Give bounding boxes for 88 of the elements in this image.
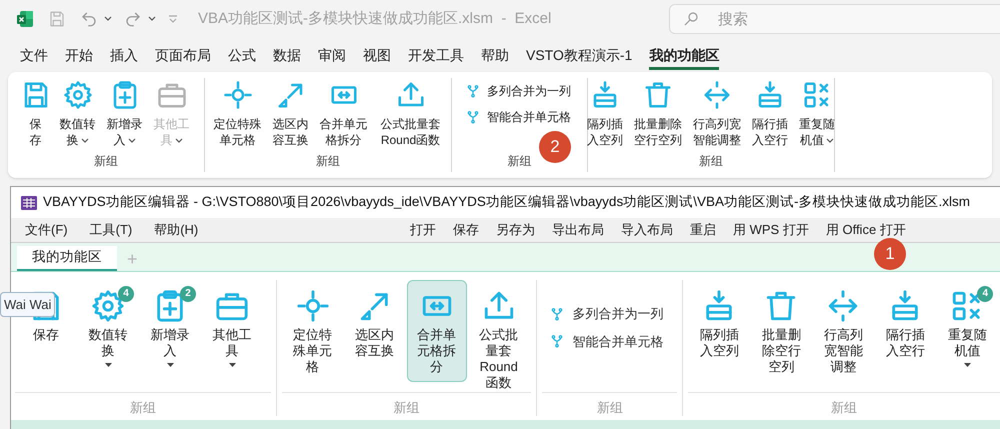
ribbon-button[interactable]: 保存 [20,80,52,148]
ribbon-tab[interactable]: 开发工具 [408,44,464,70]
group-label: 新组 [316,153,340,170]
crosshair-icon [296,289,330,323]
menu-item[interactable]: 工具(T) [90,220,132,240]
crosshair-icon [222,80,252,110]
ribbon-button[interactable]: 选区内容互换 [270,80,312,148]
ribbon-tab[interactable]: 数据 [273,44,301,70]
undo-button[interactable] [80,10,112,28]
settings-icon [62,80,92,110]
ribbon-button[interactable]: 合并单元格拆分 [316,80,370,148]
toolbar-button[interactable]: 重启 [690,220,716,240]
redo-button[interactable] [124,10,156,28]
ribbon-button[interactable]: 4 重复随机值 [937,280,998,382]
customize-toolbar-button[interactable] [168,15,178,23]
group-label: 新组 [596,399,623,417]
toolbar-button[interactable]: 导入布局 [621,220,673,240]
ribbon-button[interactable]: 智能合并单元格 [550,332,664,351]
group-label: 新组 [508,153,532,170]
resize-arrows-icon [702,80,732,110]
ribbon-tab[interactable]: 视图 [363,44,391,70]
ribbon-tab[interactable]: 页面布局 [155,44,211,70]
ribbon-button[interactable]: 公式批量套Round函数 [468,280,529,394]
group-label: 新组 [394,399,420,417]
redo-icon [124,10,142,28]
ribbon-tab[interactable]: 插入 [110,44,138,70]
ribbon-tab[interactable]: 开始 [65,44,93,70]
count-badge: 4 [118,286,134,302]
search-icon [683,11,699,27]
toolbar-button[interactable]: 保存 [453,220,479,240]
ribbon-button[interactable]: 数值转换 [56,80,98,148]
count-badge: 2 [180,286,196,302]
ribbon-tab[interactable]: 帮助 [481,44,509,70]
window-title: VBAYYDS功能区编辑器 - G:\VSTO880\项目2026\vbayyds_ide\VBAYYDS功能区编辑器\vbayyds功能区测试\VBA功能区测试-多模块快速做成功能区.xlsm [43,193,970,212]
ribbon-button[interactable]: 隔行插入空行 [875,280,936,382]
ribbon-button[interactable]: 新增录入 [104,80,146,148]
tooltip: Wai Wai [0,292,56,317]
ribbon-button[interactable]: 隔行插入空行 [749,80,791,148]
window-title: VBA功能区测试-多模块快速做成功能区.xlsm - Excel [198,8,552,29]
ribbon-button[interactable]: 行高列宽智能调整 [690,80,744,148]
ribbon-tab[interactable]: 文件 [20,44,48,70]
settings-icon [91,289,125,323]
ribbon-button[interactable]: 其他工具 [202,280,262,382]
group-label: 新组 [94,153,118,170]
ribbon-button[interactable]: 重复随机值 [796,80,838,148]
excel-logo-icon [16,10,34,28]
ribbon-button[interactable]: 2 新增录入 [140,280,200,382]
ribbon-button[interactable]: 多列合并为一列 [550,304,664,324]
branch-icon [466,110,480,124]
branch-icon [550,306,564,321]
branch-icon [466,84,480,98]
ribbon-button[interactable]: 定位特殊单元格 [210,80,264,148]
ribbon-button[interactable]: 定位特殊单元格 [282,280,343,382]
search-field[interactable]: 搜索 [669,4,1000,34]
menu-item[interactable]: 文件(F) [25,220,68,240]
menu-item[interactable]: 帮助(H) [154,220,198,240]
branch-icon [550,334,564,348]
ribbon-button[interactable]: 公式批量套Round函数 [376,80,446,148]
ribbon-button[interactable]: 选区内容互换 [344,280,405,382]
group-label: 新组 [831,399,858,417]
ribbon-tab[interactable]: 公式 [228,44,256,70]
chevron-down-icon [104,16,112,22]
group-label: 新组 [699,153,723,170]
group-label: 新组 [130,399,156,417]
ribbon-button[interactable]: 多列合并为一列 [466,82,571,100]
ribbon-button[interactable]: 4 数值转换 [78,280,138,382]
ribbon-button[interactable]: 隔列插入空列 [689,280,750,382]
count-badge: 4 [977,286,994,302]
toolbar-button[interactable]: 另存为 [496,220,535,240]
toolbar-button[interactable]: 用 Office 打开 [826,220,906,240]
trash-icon [643,80,673,110]
ribbon-button[interactable]: 行高列宽智能调整 [813,280,874,382]
toolbar-button[interactable]: 用 WPS 打开 [733,220,809,240]
ribbon-button[interactable]: 合并单元格拆分 [406,280,467,382]
undo-icon [80,10,98,28]
ribbon-button[interactable]: 智能合并单元格 [466,108,571,126]
chevron-down-icon [148,16,156,22]
ribbon-tab[interactable]: 我的功能区 [17,246,117,271]
ribbon-tab[interactable]: VSTO教程演示-1 [526,44,632,70]
ribbon-tab[interactable]: 审阅 [318,44,346,70]
save-button[interactable] [48,10,66,28]
toolbar-button[interactable]: 打开 [410,220,436,240]
ribbon-button[interactable]: 隔列插入空列 [584,80,626,148]
app-logo-icon [21,196,37,210]
toolbar-button[interactable]: 导出布局 [552,220,604,240]
ribbon-button[interactable]: 批量删除空行空列 [751,280,812,382]
chevron-down-icon [168,15,178,23]
ribbon-button[interactable]: 批量删除空行空列 [631,80,685,148]
